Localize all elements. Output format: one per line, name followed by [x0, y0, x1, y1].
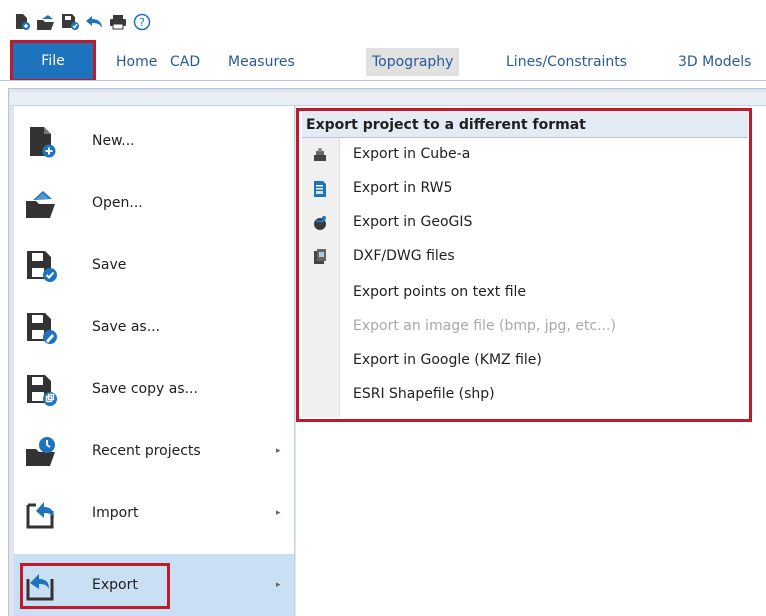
- rw5-file-icon: [312, 181, 328, 197]
- menu-item-export[interactable]: Export ▸: [14, 554, 294, 616]
- export-icon: [24, 569, 58, 603]
- submenu-item-label: ESRI Shapefile (shp): [353, 386, 495, 402]
- ribbon-separator: [0, 80, 766, 86]
- menu-item-label: Save copy as...: [92, 381, 198, 397]
- recent-projects-icon: [24, 435, 58, 469]
- print-icon[interactable]: [108, 12, 128, 32]
- import-icon: [24, 497, 58, 531]
- submenu-item-label: Export an image file (bmp, jpg, etc...): [353, 318, 616, 334]
- submenu-item-label: Export points on text file: [353, 284, 527, 300]
- tab-file[interactable]: File: [12, 42, 94, 80]
- tab-cad[interactable]: CAD: [164, 48, 206, 76]
- menu-item-label: Save as...: [92, 319, 161, 335]
- new-document-icon[interactable]: [12, 12, 32, 32]
- submenu-item-export-rw5[interactable]: Export in RW5: [302, 172, 748, 206]
- pane-divider: [294, 106, 295, 616]
- menu-item-import[interactable]: Import ▸: [14, 482, 294, 544]
- submenu-arrow-icon: ▸: [276, 446, 281, 456]
- save-copy-icon: [24, 373, 58, 407]
- submenu-item-export-image: Export an image file (bmp, jpg, etc...): [302, 310, 748, 344]
- save-as-icon: [24, 311, 58, 345]
- undo-icon[interactable]: [84, 12, 104, 32]
- submenu-item-label: Export in Cube-a: [353, 146, 471, 162]
- submenu-arrow-icon: ▸: [276, 508, 281, 518]
- geogis-icon: [312, 215, 328, 231]
- svg-text:?: ?: [139, 16, 145, 29]
- submenu-item-label: DXF/DWG files: [353, 248, 455, 264]
- tab-topography[interactable]: Topography: [366, 48, 460, 76]
- new-document-icon: [24, 125, 58, 159]
- submenu-arrow-icon: ▸: [276, 580, 281, 590]
- save-icon: [24, 249, 58, 283]
- submenu-item-export-points-text[interactable]: Export points on text file: [302, 276, 748, 310]
- cube-a-icon: [312, 147, 328, 163]
- menu-item-save-as[interactable]: Save as...: [14, 296, 294, 358]
- menu-item-open[interactable]: Open...: [14, 172, 294, 234]
- submenu-item-label: Export in GeoGIS: [353, 214, 473, 230]
- open-folder-icon: [24, 187, 58, 221]
- ribbon-tabs: File Home CAD Measures Topography Lines/…: [0, 40, 766, 82]
- tab-home[interactable]: Home: [110, 48, 163, 76]
- menu-item-save-copy-as[interactable]: Save copy as...: [14, 358, 294, 420]
- submenu-item-esri-shapefile[interactable]: ESRI Shapefile (shp): [302, 378, 748, 412]
- submenu-header: Export project to a different format: [302, 112, 748, 138]
- menu-item-label: Save: [92, 257, 127, 273]
- tab-measures[interactable]: Measures: [222, 48, 301, 76]
- tab-3d-models[interactable]: 3D Models: [672, 48, 757, 76]
- menu-item-label: Recent projects: [92, 443, 201, 459]
- menu-item-label: Import: [92, 505, 139, 521]
- submenu-item-label: Export in Google (KMZ file): [353, 352, 542, 368]
- submenu-item-export-google-kmz[interactable]: Export in Google (KMZ file): [302, 344, 748, 378]
- save-icon[interactable]: [60, 12, 80, 32]
- menu-item-new[interactable]: New...: [14, 110, 294, 172]
- open-folder-icon[interactable]: [36, 12, 56, 32]
- menu-item-recent-projects[interactable]: Recent projects ▸: [14, 420, 294, 482]
- submenu-item-export-geogis[interactable]: Export in GeoGIS: [302, 206, 748, 240]
- submenu-item-dxf-dwg[interactable]: DXF/DWG files: [302, 240, 748, 274]
- menu-item-label: Export: [92, 577, 138, 593]
- menu-item-save[interactable]: Save: [14, 234, 294, 296]
- backstage-top-strip: [10, 92, 766, 106]
- submenu-item-label: Export in RW5: [353, 180, 453, 196]
- menu-item-label: New...: [92, 133, 135, 149]
- help-icon[interactable]: ?: [132, 12, 152, 32]
- menu-item-label: Open...: [92, 195, 143, 211]
- submenu-item-export-cube-a[interactable]: Export in Cube-a: [302, 138, 748, 172]
- quick-access-toolbar: ?: [12, 10, 152, 34]
- dxf-dwg-icon: [312, 249, 328, 265]
- tab-lines-constraints[interactable]: Lines/Constraints: [500, 48, 633, 76]
